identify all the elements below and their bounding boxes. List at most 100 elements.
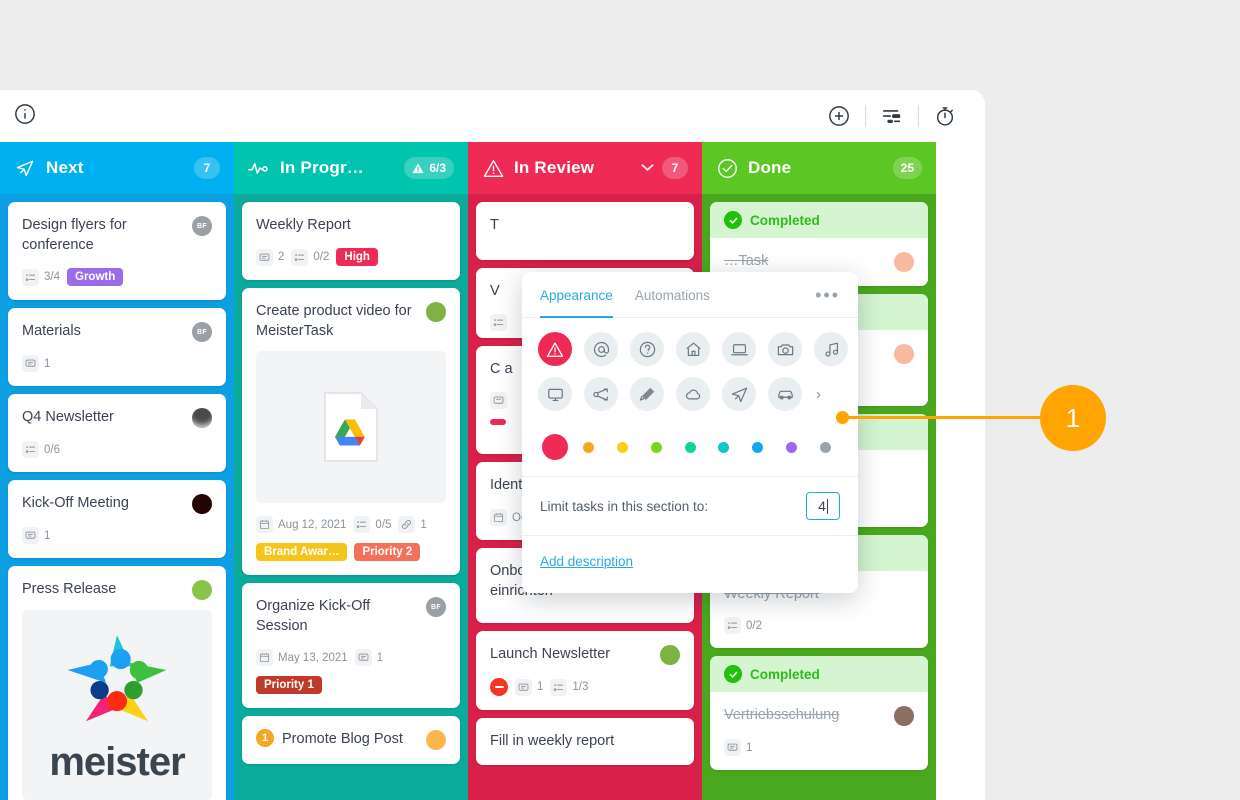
avatar[interactable]: [660, 645, 680, 665]
task-limit-input[interactable]: 4: [806, 492, 840, 520]
card-title: Launch Newsletter: [490, 646, 611, 662]
add-icon[interactable]: [813, 101, 865, 131]
meister-logo-preview[interactable]: meister: [22, 610, 212, 800]
screenshot-root: Next 7 Design flyers for conference BF 3…: [0, 0, 1240, 800]
checklist-count: 3/4: [44, 271, 60, 283]
color-swatch-green[interactable]: [684, 441, 696, 453]
avatar[interactable]: [192, 494, 212, 514]
tag-growth[interactable]: Growth: [67, 268, 124, 286]
task-card[interactable]: Organize Kick-Off Session BF May 13, 202…: [242, 583, 460, 708]
column-header-next[interactable]: Next 7: [0, 142, 234, 194]
tag-priority-2[interactable]: Priority 2: [354, 543, 421, 561]
color-swatch-wrap: [774, 441, 808, 453]
task-card[interactable]: 1 Promote Blog Post: [242, 716, 460, 764]
share-icon[interactable]: [584, 377, 618, 411]
more-options-icon[interactable]: •••: [815, 286, 840, 304]
avatar[interactable]: [894, 344, 914, 364]
task-card[interactable]: T: [476, 202, 694, 260]
task-card[interactable]: Create product video for MeisterTask Aug…: [242, 288, 460, 575]
task-card[interactable]: Design flyers for conference BF 3/4 Grow…: [8, 202, 226, 300]
checklist-count: 1/3: [572, 681, 589, 693]
task-card[interactable]: Press Release meister: [8, 566, 226, 800]
home-icon[interactable]: [676, 332, 710, 366]
avatar[interactable]: [894, 252, 914, 272]
column-count: 6/3: [404, 157, 454, 179]
color-swatch-gray[interactable]: [819, 441, 831, 453]
avatar[interactable]: [192, 408, 212, 428]
monitor-icon[interactable]: [538, 377, 572, 411]
avatar[interactable]: BF: [192, 322, 212, 342]
column-header-in-review[interactable]: In Review 7: [468, 142, 702, 194]
color-swatch-wrap: [606, 441, 640, 453]
tag-brand-awareness[interactable]: Brand Awar…: [256, 543, 348, 561]
card-title: Q4 Newsletter: [22, 409, 114, 425]
task-card[interactable]: Weekly Report 2 0/2 High: [242, 202, 460, 280]
color-swatch-orange[interactable]: [583, 441, 595, 453]
laptop-icon[interactable]: [722, 332, 756, 366]
comment-count: 1: [44, 529, 51, 542]
google-drive-file-icon[interactable]: [256, 351, 446, 503]
avatar[interactable]: [426, 302, 446, 322]
tab-appearance[interactable]: Appearance: [540, 272, 613, 318]
comment-icon: [354, 649, 372, 666]
checklist-meta: 0/5: [353, 516, 391, 533]
comment-count: 1: [44, 357, 51, 370]
at-sign-icon[interactable]: [584, 332, 618, 366]
comment-meta: 1: [354, 649, 383, 666]
checklist-count: 0/5: [375, 518, 392, 531]
checklist-count: 0/2: [313, 251, 330, 263]
color-swatch-lime[interactable]: [650, 441, 662, 453]
timer-icon[interactable]: [919, 101, 971, 131]
comment-icon: [490, 392, 507, 409]
chevron-down-icon[interactable]: [641, 159, 654, 177]
column-count-text: 6/3: [429, 161, 446, 175]
tag-priority-1[interactable]: Priority 1: [256, 676, 322, 694]
color-swatch-blue[interactable]: [752, 441, 764, 453]
chevron-right-icon[interactable]: ›: [816, 386, 821, 403]
task-card[interactable]: Completed Vertriebsschulung 1: [710, 656, 928, 770]
filter-icon[interactable]: [866, 101, 918, 131]
task-card[interactable]: Materials BF 1: [8, 308, 226, 386]
tab-automations[interactable]: Automations: [635, 272, 710, 318]
pulse-icon: [248, 157, 270, 179]
add-description-link[interactable]: Add description: [540, 554, 633, 569]
color-swatch-wrap: [673, 441, 707, 453]
cloud-icon[interactable]: [676, 377, 710, 411]
task-card[interactable]: Fill in weekly report: [476, 718, 694, 765]
warning-triangle-icon[interactable]: [538, 332, 572, 366]
tag-high[interactable]: High: [336, 248, 378, 266]
icon-picker-row-1: [538, 332, 848, 366]
avatar[interactable]: [426, 730, 446, 750]
task-card[interactable]: Launch Newsletter 1 1/3: [476, 631, 694, 710]
paper-plane-icon[interactable]: [722, 377, 756, 411]
checklist-count: 0/6: [44, 443, 60, 456]
info-icon[interactable]: [14, 103, 36, 125]
paint-roller-icon[interactable]: [630, 377, 664, 411]
avatar[interactable]: BF: [192, 216, 212, 236]
task-card[interactable]: Kick-Off Meeting 1: [8, 480, 226, 558]
question-mark-icon[interactable]: [630, 332, 664, 366]
tag[interactable]: [490, 419, 506, 425]
checklist-meta: 3/4: [22, 268, 60, 286]
column-header-in-progress[interactable]: In Progr… 6/3: [234, 142, 468, 194]
avatar[interactable]: BF: [426, 597, 446, 617]
card-title: Create product video for MeisterTask: [256, 303, 412, 339]
color-swatch-purple[interactable]: [785, 441, 797, 453]
icon-picker: ›: [522, 318, 858, 428]
car-icon[interactable]: [768, 377, 802, 411]
color-swatch-selected[interactable]: [541, 434, 568, 460]
checklist-meta: 0/2: [291, 248, 330, 266]
checklist-icon: [550, 678, 568, 696]
column-header-done[interactable]: Done 25: [702, 142, 936, 194]
column-body-next: Design flyers for conference BF 3/4 Grow…: [0, 202, 234, 800]
comment-meta: 1: [724, 739, 752, 756]
color-swatch-teal[interactable]: [718, 441, 730, 453]
camera-icon[interactable]: [768, 332, 802, 366]
column-title: In Review: [514, 158, 595, 177]
avatar[interactable]: [894, 706, 914, 726]
color-swatch-yellow[interactable]: [616, 441, 628, 453]
column-title: In Progr…: [280, 158, 364, 177]
avatar[interactable]: [192, 580, 212, 600]
music-note-icon[interactable]: [814, 332, 848, 366]
task-card[interactable]: Q4 Newsletter 0/6: [8, 394, 226, 472]
